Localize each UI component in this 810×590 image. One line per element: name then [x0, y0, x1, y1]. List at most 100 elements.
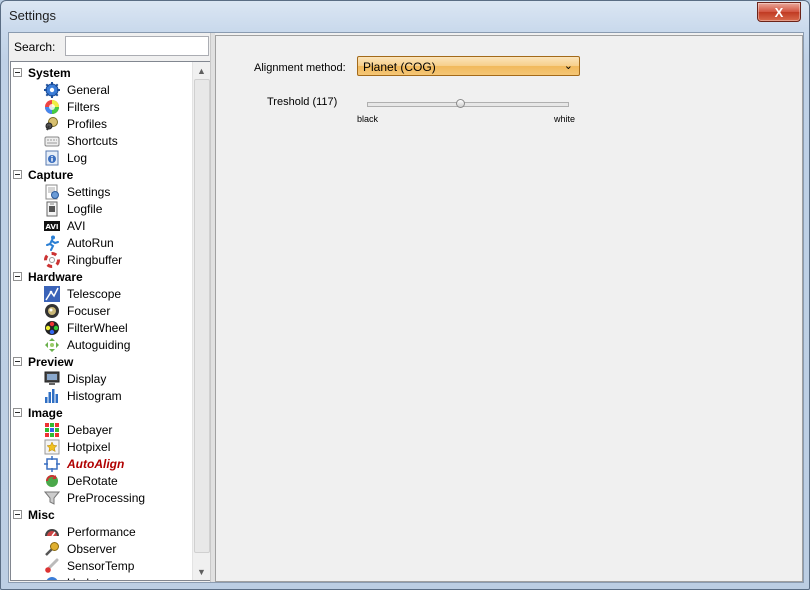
monitor-icon — [44, 371, 60, 387]
tree-item-preprocessing[interactable]: PreProcessing — [43, 489, 146, 506]
tree-item-performance[interactable]: Performance — [44, 523, 136, 540]
tree-category-label: Misc — [28, 507, 55, 522]
tree-item-telescope[interactable]: Telescope — [44, 285, 121, 302]
microphone-icon — [44, 541, 60, 557]
tree-item-sensortemp[interactable]: SensorTemp — [44, 557, 134, 574]
settings-tree[interactable]: System General Filters Profiles Shortcuts Log… — [10, 61, 211, 581]
tree-item-label: Autoguiding — [67, 337, 131, 352]
tree-item-label: AutoAlign — [67, 456, 125, 471]
profiles-icon — [44, 116, 60, 132]
focuser-icon — [44, 303, 60, 319]
title-bar[interactable]: Settings X — [1, 1, 809, 31]
window-title: Settings — [9, 8, 56, 23]
telescope-icon — [44, 285, 60, 302]
alignment-method-label: Alignment method: — [254, 62, 346, 74]
tree-item-debayer[interactable]: Debayer — [44, 421, 112, 438]
updates-icon — [44, 575, 60, 580]
tree-item-observer[interactable]: Observer — [44, 540, 116, 557]
keyboard-icon — [44, 133, 60, 149]
tree-item-profiles[interactable]: Profiles — [44, 115, 107, 132]
tree-category-hardware[interactable]: Hardware — [13, 268, 83, 285]
tree-category-system[interactable]: System — [13, 64, 71, 81]
collapse-icon[interactable] — [13, 510, 22, 519]
tree-item-autoalign[interactable]: AutoAlign — [44, 455, 124, 472]
document-settings-icon — [44, 184, 60, 200]
collapse-icon[interactable] — [13, 408, 22, 417]
tree-item-autoguiding[interactable]: Autoguiding — [44, 336, 130, 353]
tree-item-general[interactable]: General — [44, 81, 110, 98]
tree-item-avi[interactable]: AVI AVI — [44, 217, 85, 234]
tree-category-preview[interactable]: Preview — [13, 353, 73, 370]
close-button[interactable]: X — [757, 2, 801, 22]
collapse-icon[interactable] — [13, 272, 22, 281]
tree-item-label: Logfile — [67, 201, 103, 216]
tree-item-label: General — [67, 82, 110, 97]
tree-item-updates[interactable]: Updates — [44, 574, 112, 581]
alignment-method-dropdown[interactable]: Planet (COG) ⌄ — [357, 56, 580, 76]
tree-item-ringbuffer[interactable]: Ringbuffer — [44, 251, 122, 268]
scroll-thumb[interactable] — [194, 79, 210, 553]
chevron-down-icon: ⌄ — [563, 60, 573, 72]
collapse-icon[interactable] — [13, 68, 22, 77]
alignment-method-value: Planet (COG) — [363, 60, 436, 74]
search-input[interactable] — [65, 36, 209, 56]
tree-item-label: Updates — [67, 576, 112, 581]
tree-item-hotpixel[interactable]: Hotpixel — [44, 438, 110, 455]
tree-item-label: PreProcessing — [67, 490, 146, 505]
tree-item-focuser[interactable]: Focuser — [44, 302, 110, 319]
scroll-down-arrow-icon[interactable]: ▼ — [193, 563, 210, 580]
tree-item-label: Telescope — [67, 286, 122, 301]
tree-item-label: Settings — [67, 184, 111, 199]
threshold-max-label: white — [554, 114, 576, 124]
tree-scrollbar[interactable]: ▲ ▼ — [192, 62, 210, 580]
lifebuoy-icon — [44, 251, 60, 268]
tree-item-derotate[interactable]: DeRotate — [44, 472, 118, 489]
threshold-label: Treshold (117) — [267, 96, 338, 108]
tree-category-misc[interactable]: Misc — [13, 506, 55, 523]
navigation-pane: Search: System General Filters Profiles Shor… — [9, 33, 211, 582]
autoalign-settings-panel: Alignment method: Planet (COG) ⌄ Treshol… — [215, 35, 803, 582]
hotpixel-icon — [44, 439, 60, 455]
tree-item-settings[interactable]: Settings — [44, 183, 110, 200]
tree-category-label: Image — [28, 405, 63, 420]
tree-item-label: Histogram — [67, 388, 122, 403]
info-log-icon — [44, 150, 60, 166]
tree-item-autorun[interactable]: AutoRun — [44, 234, 114, 251]
threshold-slider[interactable] — [367, 99, 569, 108]
tree-item-label: Log — [67, 150, 88, 165]
scroll-up-arrow-icon[interactable]: ▲ — [193, 62, 210, 79]
tree-item-shortcuts[interactable]: Shortcuts — [44, 132, 118, 149]
tree-category-image[interactable]: Image — [13, 404, 63, 421]
tree-category-label: Capture — [28, 167, 74, 182]
tree-item-label: Profiles — [67, 116, 108, 131]
tree-item-filters[interactable]: Filters — [44, 98, 100, 115]
gear-icon — [44, 81, 60, 98]
tree-item-display[interactable]: Display — [44, 370, 106, 387]
tree-item-log[interactable]: Log — [44, 149, 87, 166]
tree-category-label: Preview — [28, 354, 74, 369]
collapse-icon[interactable] — [13, 170, 22, 179]
gauge-icon — [44, 524, 60, 540]
tree-category-label: System — [28, 65, 71, 80]
tree-item-logfile[interactable]: Logfile — [44, 200, 102, 217]
autoalign-icon — [44, 455, 60, 472]
svg-text:AVI: AVI — [46, 223, 59, 231]
tree-item-histogram[interactable]: Histogram — [44, 387, 122, 404]
threshold-min-label: black — [357, 114, 379, 124]
running-man-icon — [44, 235, 60, 251]
tree-item-filterwheel[interactable]: FilterWheel — [44, 319, 128, 336]
tree-item-label: Debayer — [67, 422, 113, 437]
tree-item-label: Display — [67, 371, 107, 386]
threshold-slider-thumb[interactable] — [455, 99, 465, 108]
thermometer-icon — [44, 558, 60, 574]
tree-category-label: Hardware — [28, 269, 83, 284]
tree-category-capture[interactable]: Capture — [13, 166, 73, 183]
derotate-icon — [44, 473, 60, 489]
filterwheel-icon — [44, 320, 60, 336]
search-label: Search: — [14, 40, 56, 54]
autoguiding-icon — [44, 337, 60, 353]
tree-item-label: Focuser — [67, 303, 111, 318]
tree-item-label: SensorTemp — [67, 558, 135, 573]
tree-item-label: FilterWheel — [67, 320, 128, 335]
collapse-icon[interactable] — [13, 357, 22, 366]
